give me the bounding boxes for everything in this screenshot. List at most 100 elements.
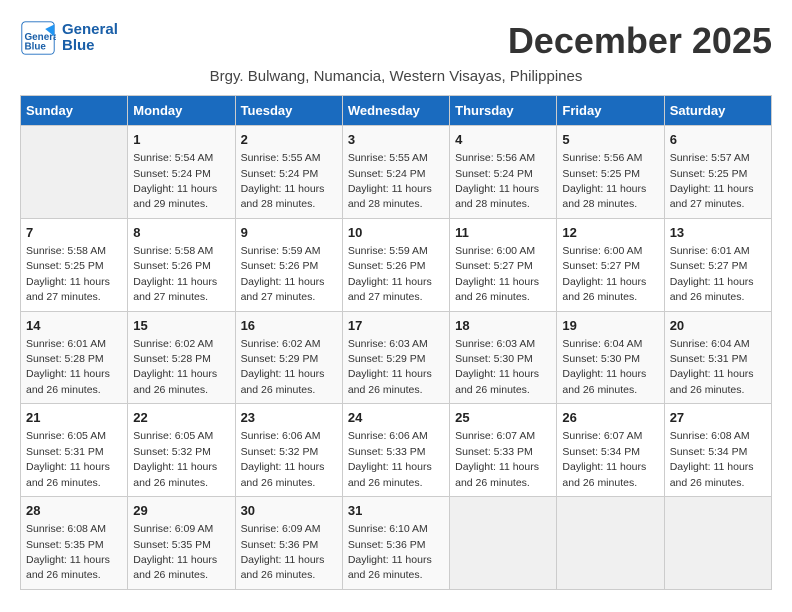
sunset-text: Sunset: 5:30 PM (562, 353, 640, 365)
calendar-cell: 30 Sunrise: 6:09 AM Sunset: 5:36 PM Dayl… (235, 497, 342, 590)
sunrise-text: Sunrise: 6:10 AM (348, 523, 428, 535)
day-number: 21 (26, 409, 122, 427)
sunset-text: Sunset: 5:28 PM (133, 353, 211, 365)
calendar-cell (450, 497, 557, 590)
daylight-text: Daylight: 11 hours and 28 minutes. (562, 183, 646, 210)
daylight-text: Daylight: 11 hours and 26 minutes. (455, 368, 539, 395)
col-saturday: Saturday (664, 96, 771, 126)
sunset-text: Sunset: 5:34 PM (562, 446, 640, 458)
calendar-cell: 1 Sunrise: 5:54 AM Sunset: 5:24 PM Dayli… (128, 126, 235, 219)
sunrise-text: Sunrise: 6:08 AM (26, 523, 106, 535)
calendar-cell: 2 Sunrise: 5:55 AM Sunset: 5:24 PM Dayli… (235, 126, 342, 219)
week-row-1: 1 Sunrise: 5:54 AM Sunset: 5:24 PM Dayli… (21, 126, 772, 219)
day-number: 18 (455, 317, 551, 335)
daylight-text: Daylight: 11 hours and 28 minutes. (455, 183, 539, 210)
sunset-text: Sunset: 5:26 PM (348, 260, 426, 272)
sunrise-text: Sunrise: 6:04 AM (670, 338, 750, 350)
sunset-text: Sunset: 5:29 PM (241, 353, 319, 365)
sunset-text: Sunset: 5:32 PM (133, 446, 211, 458)
day-number: 12 (562, 224, 658, 242)
day-number: 27 (670, 409, 766, 427)
day-number: 14 (26, 317, 122, 335)
calendar-cell: 8 Sunrise: 5:58 AM Sunset: 5:26 PM Dayli… (128, 218, 235, 311)
sunrise-text: Sunrise: 5:59 AM (348, 245, 428, 257)
calendar-cell: 16 Sunrise: 6:02 AM Sunset: 5:29 PM Dayl… (235, 311, 342, 404)
logo-icon: General Blue (20, 20, 56, 56)
sunset-text: Sunset: 5:24 PM (348, 168, 426, 180)
day-number: 8 (133, 224, 229, 242)
daylight-text: Daylight: 11 hours and 26 minutes. (670, 461, 754, 488)
sunrise-text: Sunrise: 6:07 AM (562, 430, 642, 442)
logo-line1: General (62, 22, 118, 39)
sunrise-text: Sunrise: 6:09 AM (241, 523, 321, 535)
daylight-text: Daylight: 11 hours and 26 minutes. (133, 461, 217, 488)
daylight-text: Daylight: 11 hours and 26 minutes. (26, 554, 110, 581)
day-number: 29 (133, 502, 229, 520)
daylight-text: Daylight: 11 hours and 26 minutes. (670, 276, 754, 303)
calendar-cell: 4 Sunrise: 5:56 AM Sunset: 5:24 PM Dayli… (450, 126, 557, 219)
daylight-text: Daylight: 11 hours and 26 minutes. (133, 554, 217, 581)
sunrise-text: Sunrise: 5:59 AM (241, 245, 321, 257)
calendar-cell: 13 Sunrise: 6:01 AM Sunset: 5:27 PM Dayl… (664, 218, 771, 311)
month-title: December 2025 (508, 20, 772, 62)
calendar-cell: 12 Sunrise: 6:00 AM Sunset: 5:27 PM Dayl… (557, 218, 664, 311)
sunset-text: Sunset: 5:30 PM (455, 353, 533, 365)
col-monday: Monday (128, 96, 235, 126)
day-number: 22 (133, 409, 229, 427)
sunset-text: Sunset: 5:33 PM (348, 446, 426, 458)
sunset-text: Sunset: 5:24 PM (241, 168, 319, 180)
sunset-text: Sunset: 5:26 PM (241, 260, 319, 272)
sunset-text: Sunset: 5:27 PM (670, 260, 748, 272)
day-number: 19 (562, 317, 658, 335)
week-row-2: 7 Sunrise: 5:58 AM Sunset: 5:25 PM Dayli… (21, 218, 772, 311)
sunset-text: Sunset: 5:25 PM (670, 168, 748, 180)
calendar-cell: 25 Sunrise: 6:07 AM Sunset: 5:33 PM Dayl… (450, 404, 557, 497)
sunset-text: Sunset: 5:31 PM (670, 353, 748, 365)
day-number: 20 (670, 317, 766, 335)
calendar-cell: 26 Sunrise: 6:07 AM Sunset: 5:34 PM Dayl… (557, 404, 664, 497)
sunset-text: Sunset: 5:27 PM (562, 260, 640, 272)
sunrise-text: Sunrise: 6:08 AM (670, 430, 750, 442)
col-tuesday: Tuesday (235, 96, 342, 126)
calendar-cell: 5 Sunrise: 5:56 AM Sunset: 5:25 PM Dayli… (557, 126, 664, 219)
calendar-cell: 17 Sunrise: 6:03 AM Sunset: 5:29 PM Dayl… (342, 311, 449, 404)
daylight-text: Daylight: 11 hours and 27 minutes. (26, 276, 110, 303)
sunrise-text: Sunrise: 5:54 AM (133, 152, 213, 164)
calendar-cell: 14 Sunrise: 6:01 AM Sunset: 5:28 PM Dayl… (21, 311, 128, 404)
day-number: 5 (562, 131, 658, 149)
calendar-cell: 28 Sunrise: 6:08 AM Sunset: 5:35 PM Dayl… (21, 497, 128, 590)
daylight-text: Daylight: 11 hours and 26 minutes. (133, 368, 217, 395)
sunset-text: Sunset: 5:24 PM (133, 168, 211, 180)
calendar-cell: 23 Sunrise: 6:06 AM Sunset: 5:32 PM Dayl… (235, 404, 342, 497)
daylight-text: Daylight: 11 hours and 26 minutes. (26, 368, 110, 395)
sunrise-text: Sunrise: 6:09 AM (133, 523, 213, 535)
day-number: 26 (562, 409, 658, 427)
daylight-text: Daylight: 11 hours and 27 minutes. (241, 276, 325, 303)
sunrise-text: Sunrise: 6:04 AM (562, 338, 642, 350)
sunset-text: Sunset: 5:31 PM (26, 446, 104, 458)
calendar-cell (21, 126, 128, 219)
sunrise-text: Sunrise: 6:05 AM (26, 430, 106, 442)
day-number: 16 (241, 317, 337, 335)
sunrise-text: Sunrise: 6:07 AM (455, 430, 535, 442)
sunrise-text: Sunrise: 5:55 AM (241, 152, 321, 164)
day-number: 9 (241, 224, 337, 242)
day-number: 23 (241, 409, 337, 427)
day-number: 17 (348, 317, 444, 335)
sunset-text: Sunset: 5:24 PM (455, 168, 533, 180)
week-row-5: 28 Sunrise: 6:08 AM Sunset: 5:35 PM Dayl… (21, 497, 772, 590)
calendar-cell: 20 Sunrise: 6:04 AM Sunset: 5:31 PM Dayl… (664, 311, 771, 404)
calendar-container: General Blue General Blue December 2025 … (20, 20, 772, 590)
daylight-text: Daylight: 11 hours and 26 minutes. (348, 368, 432, 395)
calendar-cell: 6 Sunrise: 5:57 AM Sunset: 5:25 PM Dayli… (664, 126, 771, 219)
day-number: 7 (26, 224, 122, 242)
daylight-text: Daylight: 11 hours and 28 minutes. (348, 183, 432, 210)
col-sunday: Sunday (21, 96, 128, 126)
header-row: Sunday Monday Tuesday Wednesday Thursday… (21, 96, 772, 126)
day-number: 30 (241, 502, 337, 520)
sunrise-text: Sunrise: 6:00 AM (562, 245, 642, 257)
logo-line2: Blue (62, 38, 118, 55)
sunset-text: Sunset: 5:34 PM (670, 446, 748, 458)
sunset-text: Sunset: 5:25 PM (562, 168, 640, 180)
daylight-text: Daylight: 11 hours and 26 minutes. (241, 461, 325, 488)
